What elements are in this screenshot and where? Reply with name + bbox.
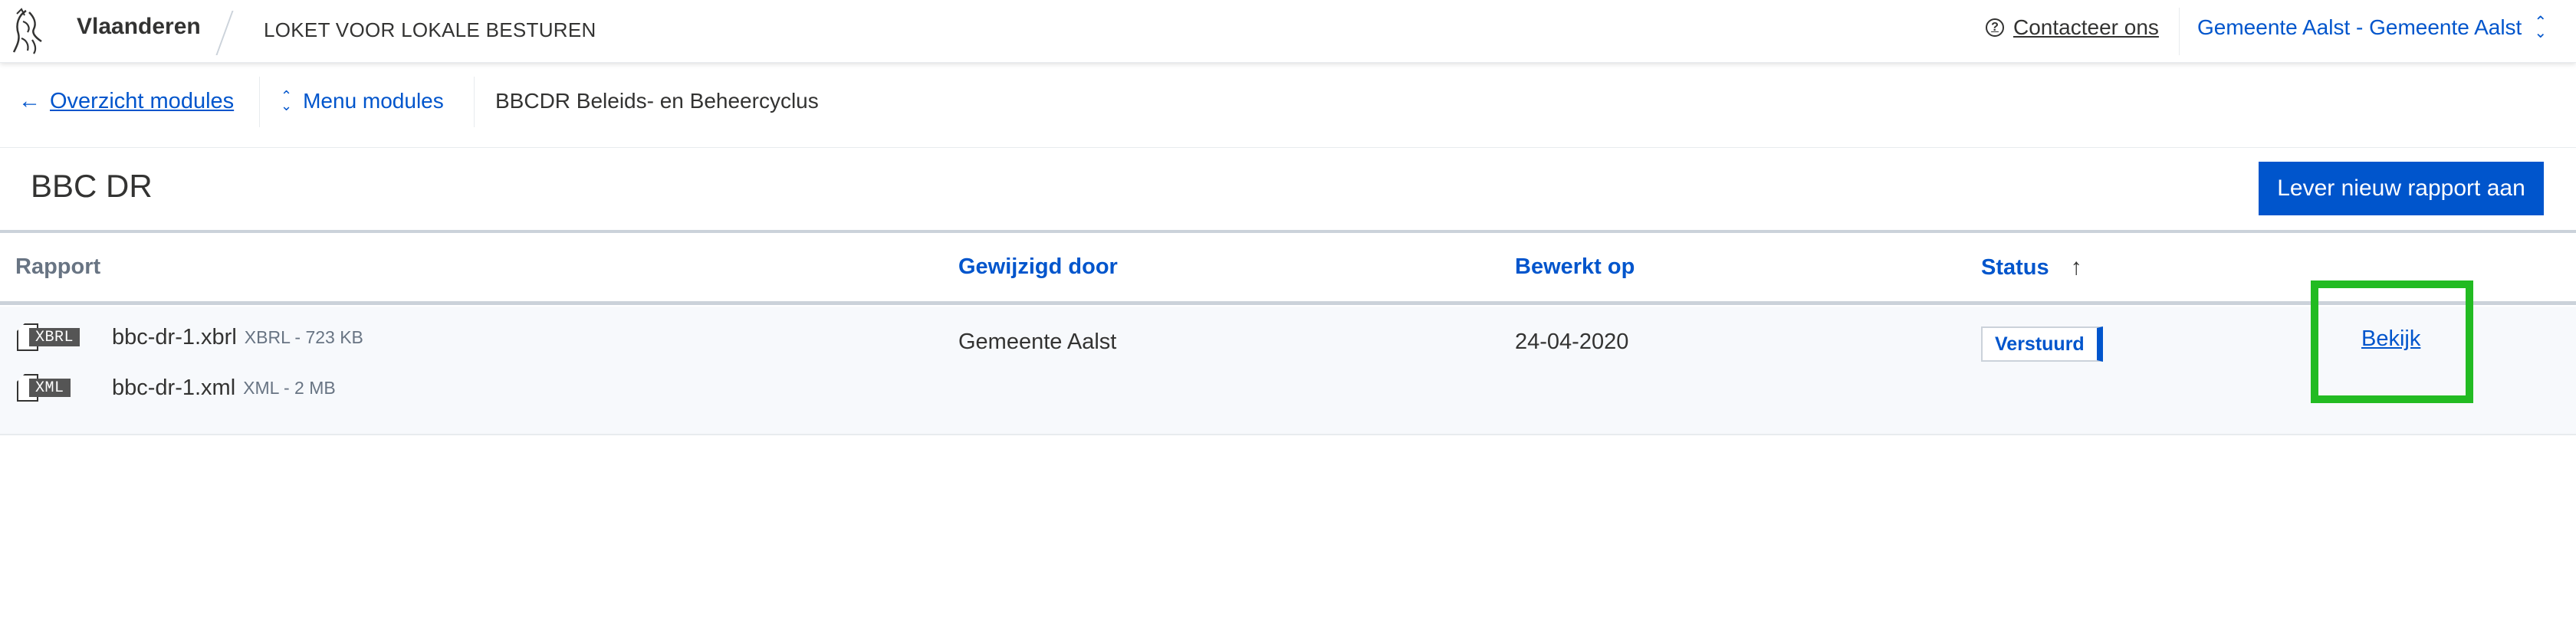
contact-label: Contacteer ons bbox=[2013, 15, 2159, 39]
file-name[interactable]: bbc-dr-1.xbrl bbox=[112, 325, 237, 350]
global-header: Vlaanderen LOKET VOOR LOKALE BESTUREN ? … bbox=[0, 0, 2576, 63]
file-icon: XML bbox=[17, 374, 98, 402]
file-item[interactable]: XBRL bbc-dr-1.xbrl XBRL - 723 KB bbox=[17, 323, 363, 351]
status-badge: Verstuurd bbox=[1981, 326, 2103, 362]
file-item[interactable]: XML bbc-dr-1.xml XML - 2 MB bbox=[17, 374, 336, 402]
new-report-button[interactable]: Lever nieuw rapport aan bbox=[2259, 162, 2544, 215]
back-to-modules-link[interactable]: ← Overzicht modules bbox=[18, 89, 234, 114]
chevron-up-down-icon: ⌃ ⌄ bbox=[281, 88, 293, 113]
brand-name[interactable]: Vlaanderen bbox=[77, 14, 201, 40]
arrow-left-icon: ← bbox=[18, 89, 41, 113]
sub-header: ← Overzicht modules ⌃ ⌄ Menu modules BBCD… bbox=[0, 74, 2576, 133]
menu-modules-label: Menu modules bbox=[303, 89, 444, 113]
edited-on-cell: 24-04-2020 bbox=[1515, 330, 1629, 354]
file-type-badge: XBRL bbox=[29, 328, 80, 346]
table-row: XBRL bbc-dr-1.xbrl XBRL - 723 KB XML bbc… bbox=[0, 307, 2576, 435]
org-switcher-label: Gemeente Aalst - Gemeente Aalst bbox=[2197, 15, 2522, 39]
file-type-badge: XML bbox=[29, 379, 71, 397]
header-separator bbox=[2179, 8, 2180, 55]
column-header-bewerkt-op[interactable]: Bewerkt op bbox=[1515, 254, 1635, 280]
subheader-separator bbox=[259, 77, 260, 127]
chevron-up-down-icon: ⌃ ⌄ bbox=[2534, 14, 2548, 41]
table-header: Rapport Gewijzigd door Bewerkt op Status… bbox=[0, 235, 2576, 305]
column-header-status-label: Status bbox=[1981, 255, 2049, 280]
menu-modules-toggle[interactable]: ⌃ ⌄ Menu modules bbox=[281, 89, 444, 113]
file-meta: XBRL - 723 KB bbox=[244, 326, 363, 347]
flemish-lion-logo[interactable] bbox=[11, 6, 46, 57]
breadcrumb-current: BBCDR Beleids- en Beheercyclus bbox=[495, 89, 819, 113]
sort-arrow-up-icon[interactable]: ↑ bbox=[2071, 254, 2082, 280]
column-header-status[interactable]: Status ↑ bbox=[1981, 254, 2082, 280]
column-header-gewijzigd-door[interactable]: Gewijzigd door bbox=[958, 254, 1118, 280]
column-header-rapport: Rapport bbox=[15, 254, 101, 279]
file-name[interactable]: bbc-dr-1.xml bbox=[112, 376, 235, 401]
file-icon: XBRL bbox=[17, 323, 98, 351]
page-title: BBC DR bbox=[31, 168, 153, 204]
highlight-box bbox=[2311, 280, 2473, 403]
header-divider bbox=[215, 11, 234, 55]
file-meta: XML - 2 MB bbox=[243, 377, 336, 398]
modified-by-cell: Gemeente Aalst bbox=[958, 330, 1117, 354]
question-circle-icon: ? bbox=[1986, 18, 2004, 37]
back-link-label: Overzicht modules bbox=[50, 89, 235, 113]
host-name[interactable]: LOKET VOOR LOKALE BESTUREN bbox=[264, 18, 596, 42]
page-toolbar: BBC DR Lever nieuw rapport aan bbox=[0, 147, 2576, 233]
contact-link[interactable]: ? Contacteer ons bbox=[1986, 15, 2159, 40]
subheader-separator bbox=[474, 77, 475, 127]
org-switcher[interactable]: Gemeente Aalst - Gemeente Aalst ⌃ ⌄ bbox=[2197, 14, 2548, 41]
